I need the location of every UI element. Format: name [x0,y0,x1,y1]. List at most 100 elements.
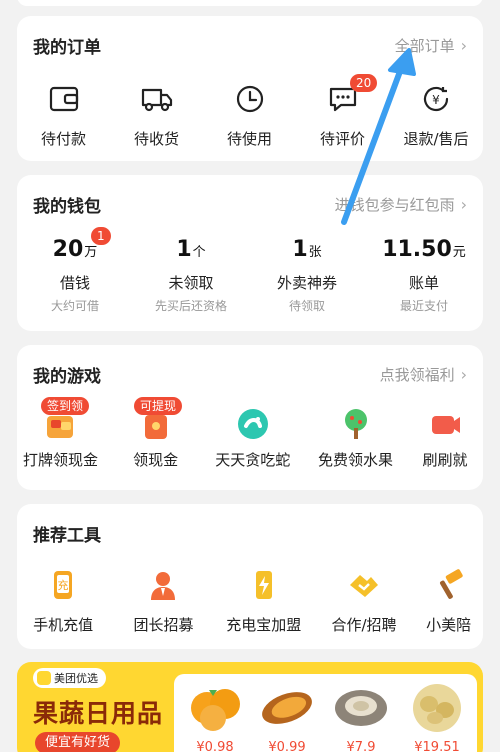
hammer-icon [430,566,468,604]
game-get-cash[interactable]: 可提现 领现金 [110,397,201,470]
brand-logo-icon [37,671,51,685]
game-snake[interactable]: 天天贪吃蛇 [201,405,304,470]
truck-icon [140,82,174,116]
product-price: ¥7.9 [346,740,376,752]
order-to-review[interactable]: 20 待评价 [296,74,389,149]
order-label: 待使用 [226,130,272,148]
game-label: 免费领水果 [317,451,393,469]
wallet-unit: 元 [452,245,466,260]
wallet-icon [47,82,81,116]
tool-label: 合作/招聘 [331,616,397,634]
product-price: ¥0.99 [268,740,306,752]
wallet-amount: 11.50 [382,237,452,262]
product-item[interactable]: ¥19.51 [402,678,472,752]
product-price: ¥19.51 [414,740,460,752]
fruit-tree-icon [336,405,376,443]
game-label: 打牌领现金 [22,451,98,469]
power-bank-icon [245,566,283,604]
borrow-badge: 1 [91,227,111,245]
all-orders-link[interactable]: 全部订单 › [395,35,467,56]
brand-pill: 美团优选 [33,668,106,688]
wallet-amount: 1 [292,237,308,262]
tool-xiaomei[interactable]: 小美陪 [414,566,483,635]
brand-name: 美团优选 [54,672,98,685]
orders-card: 我的订单 全部订单 › 待付款 待收货 待使用 20 待评价 ¥ 退款/售后 [17,16,483,161]
tool-label: 手机充值 [33,616,94,634]
leader-recruit-icon [144,566,182,604]
order-label: 待评价 [319,130,365,148]
games-card: 我的游戏 点我领福利 › 签到领 打牌领现金 可提现 领现金 天天贪吃蛇 免费领… [17,345,483,490]
game-free-fruit[interactable]: 免费领水果 [304,405,407,470]
game-tag: 可提现 [133,397,182,415]
chevron-right-icon: › [460,364,467,384]
wallet-link[interactable]: 进钱包参与红包雨 › [335,194,467,215]
tool-power-bank[interactable]: 充电宝加盟 [214,566,314,635]
wallet-link-label: 进钱包参与红包雨 [334,195,455,214]
order-to-use[interactable]: 待使用 [203,82,296,149]
games-link-label: 点我领福利 [379,365,455,384]
game-label: 天天贪吃蛇 [215,451,291,469]
order-to-receive[interactable]: 待收货 [110,82,203,149]
wallet-unit: 个 [192,245,206,260]
tools-title: 推荐工具 [33,525,101,546]
wallet-label: 未领取 [168,274,214,292]
tool-label: 小美陪 [426,616,472,634]
promo-sub: 便宜有好货 [35,732,121,752]
order-refund[interactable]: ¥ 退款/售后 [389,82,483,149]
games-link[interactable]: 点我领福利 › [380,364,467,385]
order-label: 待付款 [40,130,86,148]
product-strip: ¥0.98 ¥0.99 ¥7.9 ¥19.51 [174,674,477,752]
tool-leader-recruit[interactable]: 团长招募 [113,566,213,635]
wallet-coupon[interactable]: 1张 外卖神券 待领取 [249,237,365,314]
wallet-sub: 待领取 [288,299,325,313]
orange-icon [191,689,240,731]
game-label: 刷刷就 [422,451,468,469]
chevron-right-icon: › [460,35,467,55]
order-pending-payment[interactable]: 待付款 [17,82,110,149]
tool-label: 充电宝加盟 [226,616,302,634]
wallet-unclaimed[interactable]: 1个 未领取 先买后还资格 [133,237,249,314]
orders-title: 我的订单 [33,37,101,58]
phone-recharge-icon: 充 [44,566,82,604]
wallet-label: 借钱 [59,274,90,292]
games-title: 我的游戏 [33,366,101,387]
refund-icon: ¥ [419,82,453,116]
wallet-amount: 1 [176,237,192,262]
game-cards-cash[interactable]: 签到领 打牌领现金 [17,397,110,470]
promo-banner[interactable]: 美团优选 果蔬日用品 便宜有好货 ¥0.98 ¥0.99 ¥7.9 ¥19.51 [17,662,483,752]
video-icon [425,405,465,443]
product-item[interactable]: ¥7.9 [328,678,394,752]
wallet-card: 我的钱包 进钱包参与红包雨 › 20 万 1 借钱 大约可借 1个 未领取 先买后还… [17,175,483,331]
wallet-sub: 先买后还资格 [154,299,227,313]
potato-icon [413,684,461,732]
tool-cooperation[interactable]: 合作/招聘 [314,566,414,635]
product-item[interactable]: ¥0.98 [182,678,248,752]
wallet-borrow[interactable]: 20 万 1 借钱 大约可借 [17,227,133,314]
wallet-bill[interactable]: 11.50 元 账单 最近支付 [365,237,483,314]
snake-game-icon [233,405,273,443]
oyster-icon [335,690,387,726]
handshake-icon [345,566,383,604]
tools-card: 推荐工具 充 手机充值 团长招募 充电宝加盟 合作/招聘 小美陪 [17,504,483,649]
review-count-badge: 20 [350,74,378,92]
wallet-label: 账单 [408,274,439,292]
all-orders-label: 全部订单 [394,36,455,55]
wallet-unit: 张 [308,245,322,260]
tool-phone-recharge[interactable]: 充 手机充值 [17,566,113,635]
game-video[interactable]: 刷刷就 [407,405,483,470]
order-label: 退款/售后 [403,130,469,148]
chevron-right-icon: › [460,194,467,214]
order-label: 待收货 [133,130,179,148]
svg-text:充: 充 [58,578,69,592]
wallet-sub: 最近支付 [399,299,448,313]
wallet-amount: 20 [52,237,84,262]
product-item[interactable]: ¥0.99 [254,678,320,752]
wallet-sub: 大约可借 [50,299,99,313]
sweet-potato-icon [262,692,312,724]
game-tag: 签到领 [41,397,90,415]
promo-headline: 果蔬日用品 [33,699,164,728]
previous-card-edge [17,0,483,6]
clock-icon [233,82,267,116]
wallet-label: 外卖神券 [276,274,337,292]
svg-text:¥: ¥ [432,93,440,107]
